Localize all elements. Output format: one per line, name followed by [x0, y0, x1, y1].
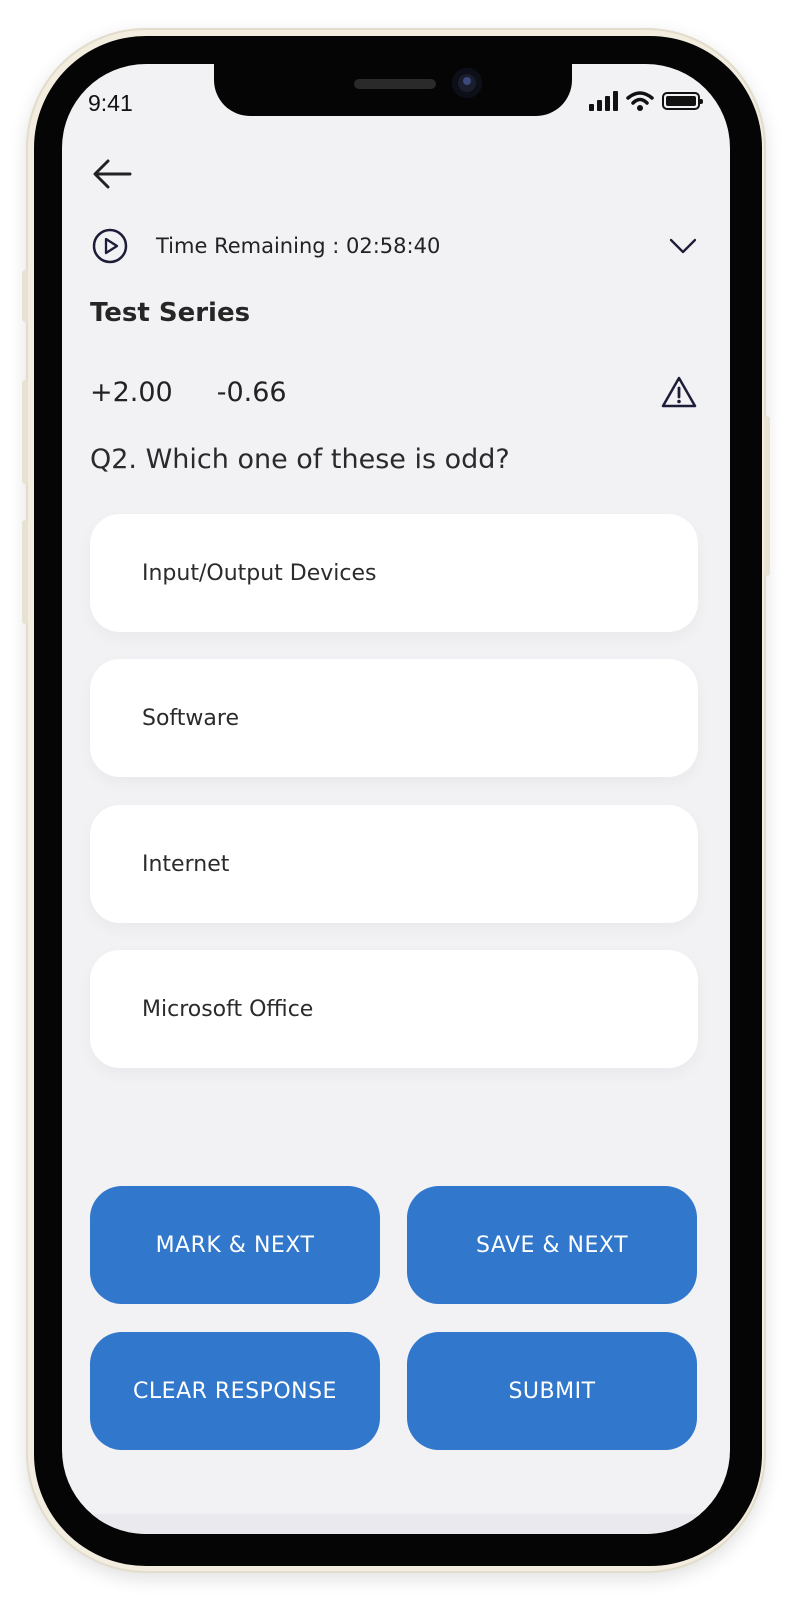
- phone-side-button: [22, 520, 28, 624]
- question-text: Q2. Which one of these is odd?: [90, 444, 510, 475]
- phone-side-button: [22, 270, 28, 322]
- submit-button[interactable]: SUBMIT: [407, 1332, 697, 1450]
- mark-next-button[interactable]: MARK & NEXT: [90, 1186, 380, 1304]
- clear-response-button[interactable]: CLEAR RESPONSE: [90, 1332, 380, 1450]
- speaker: [354, 79, 436, 89]
- negative-marks: -0.66: [216, 376, 287, 408]
- option-3[interactable]: Internet: [90, 805, 698, 923]
- time-remaining-text: Time Remaining : 02:58:40: [156, 234, 441, 258]
- phone-side-button: [764, 416, 770, 576]
- option-1[interactable]: Input/Output Devices: [90, 514, 698, 632]
- option-2[interactable]: Software: [90, 659, 698, 777]
- positive-marks: +2.00: [90, 376, 173, 408]
- back-arrow-icon[interactable]: [90, 154, 134, 194]
- battery-icon: [662, 92, 703, 110]
- page-title: Test Series: [90, 298, 251, 328]
- warning-icon[interactable]: [660, 374, 698, 410]
- option-label: Input/Output Devices: [142, 560, 377, 586]
- option-label: Internet: [142, 851, 230, 877]
- status-icons: [589, 90, 703, 112]
- phone-side-button: [22, 380, 28, 484]
- marks-row: +2.00 -0.66: [90, 370, 698, 414]
- status-time: 9:41: [88, 90, 133, 116]
- signal-icon: [589, 91, 618, 111]
- save-next-button[interactable]: SAVE & NEXT: [407, 1186, 697, 1304]
- camera: [452, 68, 482, 98]
- app-screen: 9:41 Time Remaining : 02:58:40 Test Seri…: [62, 64, 730, 1534]
- bottom-bar: [62, 1514, 730, 1534]
- notch: [214, 64, 572, 116]
- option-label: Software: [142, 705, 239, 731]
- play-circle-icon[interactable]: [90, 226, 130, 266]
- timer-row: Time Remaining : 02:58:40: [90, 224, 698, 268]
- chevron-down-icon[interactable]: [668, 231, 698, 261]
- option-label: Microsoft Office: [142, 996, 314, 1022]
- option-4[interactable]: Microsoft Office: [90, 950, 698, 1068]
- wifi-icon: [626, 91, 654, 111]
